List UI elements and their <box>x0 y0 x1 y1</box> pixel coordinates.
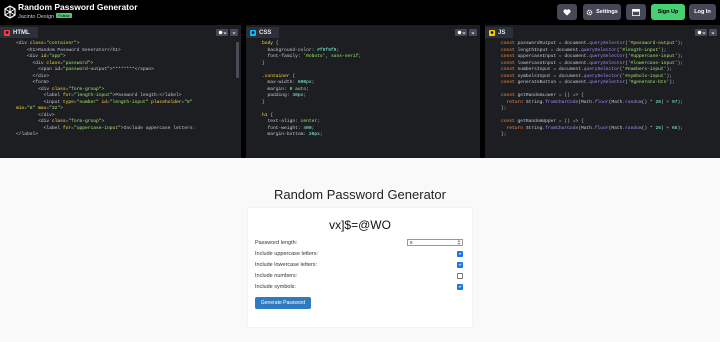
html-panel-header: ✱ HTML <box>0 27 241 38</box>
chevron-down-icon <box>223 31 226 34</box>
length-row: Password length: 8 <box>255 238 463 247</box>
settings-label: Settings <box>596 9 618 15</box>
author-name[interactable]: Jacinto Design <box>18 14 54 20</box>
js-tab[interactable]: ✱ JS <box>485 27 514 38</box>
editor-resize-handle[interactable] <box>241 25 246 158</box>
checkmark-icon <box>458 285 462 288</box>
generator-card: vx]$=@WO Password length: 8 Include uppe… <box>248 208 472 327</box>
follow-badge[interactable]: Follow <box>56 13 72 18</box>
option-label: Include symbols: <box>255 283 296 290</box>
checkmark-icon <box>458 263 462 266</box>
option-label: Include lowercase letters: <box>255 261 318 268</box>
js-editor-panel: ✱ JS const passwordOutput = document.que… <box>485 27 720 158</box>
gear-icon[interactable]: ✱ <box>250 29 256 36</box>
sign-up-button[interactable]: Sign Up <box>651 4 685 20</box>
gear-icon[interactable]: ✱ <box>489 29 495 36</box>
css-settings-button[interactable] <box>455 29 467 36</box>
gear-icon[interactable]: ✱ <box>4 29 10 36</box>
html-tab-label: HTML <box>13 29 30 36</box>
chevron-down-icon <box>711 31 715 34</box>
js-panel-controls <box>695 29 717 36</box>
password-output: vx]$=@WO <box>329 218 391 232</box>
chevron-down-icon <box>232 31 236 34</box>
option-label: Include uppercase letters: <box>255 250 318 257</box>
css-code[interactable]: body { background-color: #f9f9f9; font-f… <box>246 38 480 158</box>
js-code[interactable]: const passwordOutput = document.querySel… <box>485 38 720 158</box>
js-settings-button[interactable] <box>695 29 707 36</box>
chevron-down-icon <box>471 31 475 34</box>
result-preview: Random Password Generator vx]$=@WO Passw… <box>0 158 720 342</box>
chevron-down-icon <box>702 31 705 34</box>
log-in-button[interactable]: Log In <box>689 4 716 20</box>
layout-icon <box>632 8 640 16</box>
length-label: Password length: <box>255 239 298 246</box>
css-tab[interactable]: ✱ CSS <box>246 27 280 38</box>
editor-resize-handle[interactable] <box>480 25 485 158</box>
change-view-button[interactable] <box>626 4 646 20</box>
symbols-checkbox[interactable] <box>457 283 463 290</box>
html-scrollbar[interactable] <box>236 42 239 78</box>
pen-author[interactable]: Jacinto Design Follow <box>18 13 72 21</box>
html-editor-panel: ✱ HTML <div class="container"> <h1>Rando… <box>0 27 241 158</box>
option-row: Include uppercase letters: <box>255 249 463 258</box>
length-value: 8 <box>410 240 413 245</box>
html-collapse-button[interactable] <box>230 29 238 36</box>
css-panel-controls <box>455 29 477 36</box>
length-input[interactable]: 8 <box>407 239 463 246</box>
html-tab[interactable]: ✱ HTML <box>0 27 38 38</box>
js-collapse-button[interactable] <box>709 29 717 36</box>
js-panel-header: ✱ JS <box>485 27 720 38</box>
option-row: Include lowercase letters: <box>255 260 463 269</box>
length-spinner[interactable] <box>456 240 461 245</box>
checkmark-icon <box>458 252 462 255</box>
html-panel-controls <box>216 29 238 36</box>
page-title: Random Password Generator <box>274 187 446 202</box>
js-tab-label: JS <box>498 29 506 36</box>
uppercase-checkbox[interactable] <box>457 250 463 257</box>
generate-password-button[interactable]: Generate Password <box>255 297 311 309</box>
option-row: Include symbols: <box>255 282 463 291</box>
numbers-checkbox[interactable] <box>457 272 463 279</box>
css-tab-label: CSS <box>259 29 272 36</box>
gear-icon <box>586 9 593 15</box>
lowercase-checkbox[interactable] <box>457 261 463 268</box>
settings-button[interactable]: Settings <box>583 4 621 20</box>
css-collapse-button[interactable] <box>469 29 477 36</box>
editor-area: ✱ HTML <div class="container"> <h1>Rando… <box>0 25 720 158</box>
option-label: Include numbers: <box>255 272 298 279</box>
top-bar: Random Password Generator Jacinto Design… <box>0 0 720 25</box>
css-editor-panel: ✱ CSS body { background-color: #f9f9f9; … <box>246 27 480 158</box>
chevron-down-icon <box>462 31 465 34</box>
css-panel-header: ✱ CSS <box>246 27 480 38</box>
spinner-arrows-icon <box>457 240 460 245</box>
heart-button[interactable] <box>557 4 577 20</box>
html-settings-button[interactable] <box>216 29 228 36</box>
option-row: Include numbers: <box>255 271 463 280</box>
heart-icon <box>563 8 571 16</box>
html-code[interactable]: <div class="container"> <h1>Random Passw… <box>0 38 241 158</box>
pen-title: Random Password Generator <box>18 2 138 12</box>
codepen-logo-icon[interactable] <box>4 5 16 19</box>
